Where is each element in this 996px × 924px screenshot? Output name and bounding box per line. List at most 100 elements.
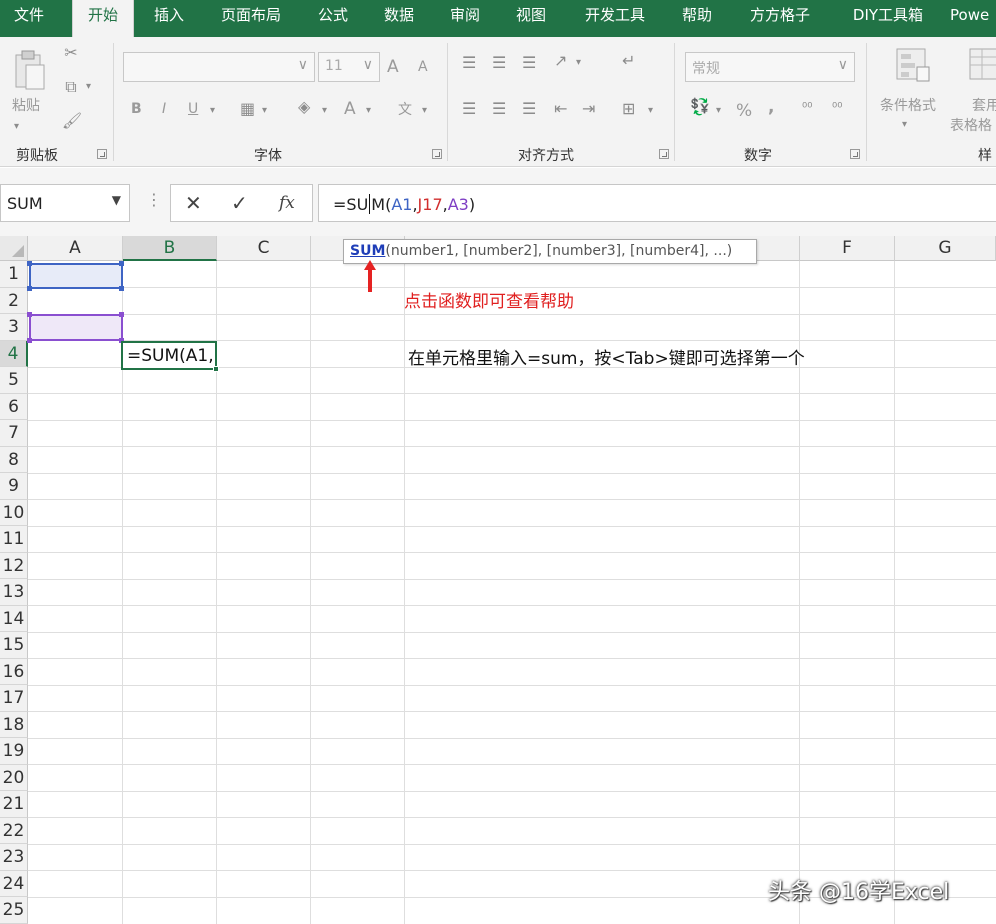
row-header[interactable]: 8 bbox=[0, 446, 28, 473]
increase-indent-icon[interactable]: ⇥ bbox=[582, 99, 595, 119]
fill-dropdown-icon[interactable]: ▾ bbox=[322, 101, 327, 121]
row-header[interactable]: 13 bbox=[0, 579, 28, 606]
row-header[interactable]: 2 bbox=[0, 287, 28, 314]
reference-highlight-a1[interactable] bbox=[29, 263, 123, 289]
underline-button[interactable]: U bbox=[188, 101, 198, 117]
align-top-icon[interactable]: ☰ bbox=[462, 53, 476, 73]
align-bottom-icon[interactable]: ☰ bbox=[522, 53, 536, 73]
font-size-combo[interactable]: 11 ∨ bbox=[318, 52, 380, 82]
italic-button[interactable]: I bbox=[162, 101, 166, 117]
merge-center-icon[interactable]: ⊞ bbox=[622, 99, 635, 119]
row-header[interactable]: 4 bbox=[0, 340, 28, 367]
reference-handle[interactable] bbox=[27, 312, 32, 317]
more-options-icon[interactable]: ⋮ bbox=[146, 190, 162, 209]
active-cell-b4[interactable]: =SUM(A1, bbox=[121, 341, 217, 370]
decrease-indent-icon[interactable]: ⇤ bbox=[554, 99, 567, 119]
row-header[interactable]: 16 bbox=[0, 658, 28, 685]
underline-dropdown-icon[interactable]: ▾ bbox=[210, 101, 215, 121]
number-launcher-icon[interactable] bbox=[850, 149, 860, 159]
worksheet-grid[interactable]: A B C D E F G 1 2 3 4 5 6 7 8 9 10 11 12… bbox=[0, 236, 996, 924]
column-header-c[interactable]: C bbox=[217, 236, 311, 261]
tab-formulas[interactable]: 公式 bbox=[310, 0, 356, 35]
column-header-a[interactable]: A bbox=[28, 236, 123, 261]
copy-dropdown-icon[interactable]: ▾ bbox=[86, 77, 91, 97]
name-box[interactable]: SUM ▼ bbox=[0, 184, 130, 222]
column-header-b[interactable]: B bbox=[123, 236, 217, 261]
row-header[interactable]: 17 bbox=[0, 685, 28, 712]
font-launcher-icon[interactable] bbox=[432, 149, 442, 159]
tab-home[interactable]: 开始 bbox=[72, 0, 134, 37]
bold-button[interactable]: B bbox=[131, 101, 142, 117]
row-header[interactable]: 14 bbox=[0, 605, 28, 632]
row-header[interactable]: 5 bbox=[0, 367, 28, 394]
fill-color-icon[interactable]: ◈ bbox=[298, 97, 310, 117]
orientation-dropdown-icon[interactable]: ▾ bbox=[576, 53, 581, 73]
format-as-table-label[interactable]: 套用 bbox=[972, 95, 996, 115]
font-color-button[interactable]: A bbox=[344, 99, 356, 119]
font-name-combo[interactable]: ∨ bbox=[123, 52, 315, 82]
function-help-link[interactable]: SUM bbox=[350, 243, 385, 259]
row-header[interactable]: 12 bbox=[0, 552, 28, 579]
reference-handle[interactable] bbox=[27, 286, 32, 291]
increase-decimal-icon[interactable]: ⁰⁰ bbox=[802, 99, 812, 119]
paste-icon[interactable] bbox=[12, 49, 48, 93]
paste-dropdown-icon[interactable]: ▾ bbox=[14, 117, 19, 137]
row-header[interactable]: 24 bbox=[0, 870, 28, 897]
row-header[interactable]: 18 bbox=[0, 711, 28, 738]
row-header[interactable]: 15 bbox=[0, 632, 28, 659]
insert-function-icon[interactable]: fx bbox=[279, 193, 295, 213]
row-header[interactable]: 19 bbox=[0, 738, 28, 765]
format-as-table-icon[interactable] bbox=[966, 45, 996, 85]
copy-icon[interactable]: ⧉ bbox=[58, 77, 84, 97]
reference-highlight-a3[interactable] bbox=[29, 314, 123, 341]
phonetic-dropdown-icon[interactable]: ▾ bbox=[422, 101, 427, 121]
row-header[interactable]: 9 bbox=[0, 473, 28, 500]
formula-input[interactable]: =SU M(A1,J17,A3) bbox=[318, 184, 996, 222]
row-header[interactable]: 22 bbox=[0, 817, 28, 844]
shrink-font-button[interactable]: A bbox=[418, 59, 428, 75]
cut-icon[interactable]: ✂ bbox=[58, 43, 84, 63]
reference-handle[interactable] bbox=[119, 312, 124, 317]
accounting-format-icon[interactable]: 💱 bbox=[690, 97, 710, 117]
borders-icon[interactable]: ▦ bbox=[240, 99, 255, 119]
format-painter-icon[interactable]: 🖌 bbox=[60, 111, 84, 131]
align-middle-icon[interactable]: ☰ bbox=[492, 53, 506, 73]
align-right-icon[interactable]: ☰ bbox=[522, 99, 536, 119]
orientation-icon[interactable]: ↗ bbox=[554, 51, 567, 71]
tab-file[interactable]: 文件 bbox=[6, 0, 52, 35]
font-color-dropdown-icon[interactable]: ▾ bbox=[366, 101, 371, 121]
clipboard-launcher-icon[interactable] bbox=[97, 149, 107, 159]
tab-data[interactable]: 数据 bbox=[376, 0, 422, 35]
merge-dropdown-icon[interactable]: ▾ bbox=[648, 101, 653, 121]
row-header[interactable]: 25 bbox=[0, 897, 28, 924]
row-header[interactable]: 20 bbox=[0, 764, 28, 791]
format-as-table-label-2[interactable]: 表格格 bbox=[950, 115, 992, 135]
number-format-combo[interactable]: 常规 ∨ bbox=[685, 52, 855, 82]
tab-page-layout[interactable]: 页面布局 bbox=[212, 0, 290, 35]
reference-handle[interactable] bbox=[119, 261, 124, 266]
phonetic-button[interactable]: 文 bbox=[398, 99, 412, 119]
row-header[interactable]: 21 bbox=[0, 791, 28, 818]
column-header-g[interactable]: G bbox=[895, 236, 996, 261]
wrap-text-icon[interactable]: ↵ bbox=[622, 51, 635, 71]
align-center-icon[interactable]: ☰ bbox=[492, 99, 506, 119]
row-header[interactable]: 11 bbox=[0, 526, 28, 553]
reference-handle[interactable] bbox=[119, 286, 124, 291]
chevron-down-icon[interactable]: ▼ bbox=[112, 193, 121, 207]
tab-power[interactable]: Powe bbox=[950, 0, 996, 35]
reference-handle[interactable] bbox=[27, 338, 32, 343]
row-header[interactable]: 1 bbox=[0, 261, 28, 288]
row-header[interactable]: 6 bbox=[0, 393, 28, 420]
tab-review[interactable]: 审阅 bbox=[442, 0, 488, 35]
fill-handle[interactable] bbox=[213, 366, 219, 372]
tab-ffcell[interactable]: 方方格子 bbox=[740, 0, 820, 35]
row-header[interactable]: 3 bbox=[0, 314, 28, 341]
column-header-f[interactable]: F bbox=[800, 236, 895, 261]
percent-button[interactable]: % bbox=[736, 101, 752, 121]
row-header[interactable]: 10 bbox=[0, 499, 28, 526]
tab-developer[interactable]: 开发工具 bbox=[576, 0, 654, 35]
tab-diy-toolbox[interactable]: DIY工具箱 bbox=[840, 0, 936, 35]
row-header[interactable]: 7 bbox=[0, 420, 28, 447]
borders-dropdown-icon[interactable]: ▾ bbox=[262, 101, 267, 121]
decrease-decimal-icon[interactable]: ⁰⁰ bbox=[832, 99, 842, 119]
